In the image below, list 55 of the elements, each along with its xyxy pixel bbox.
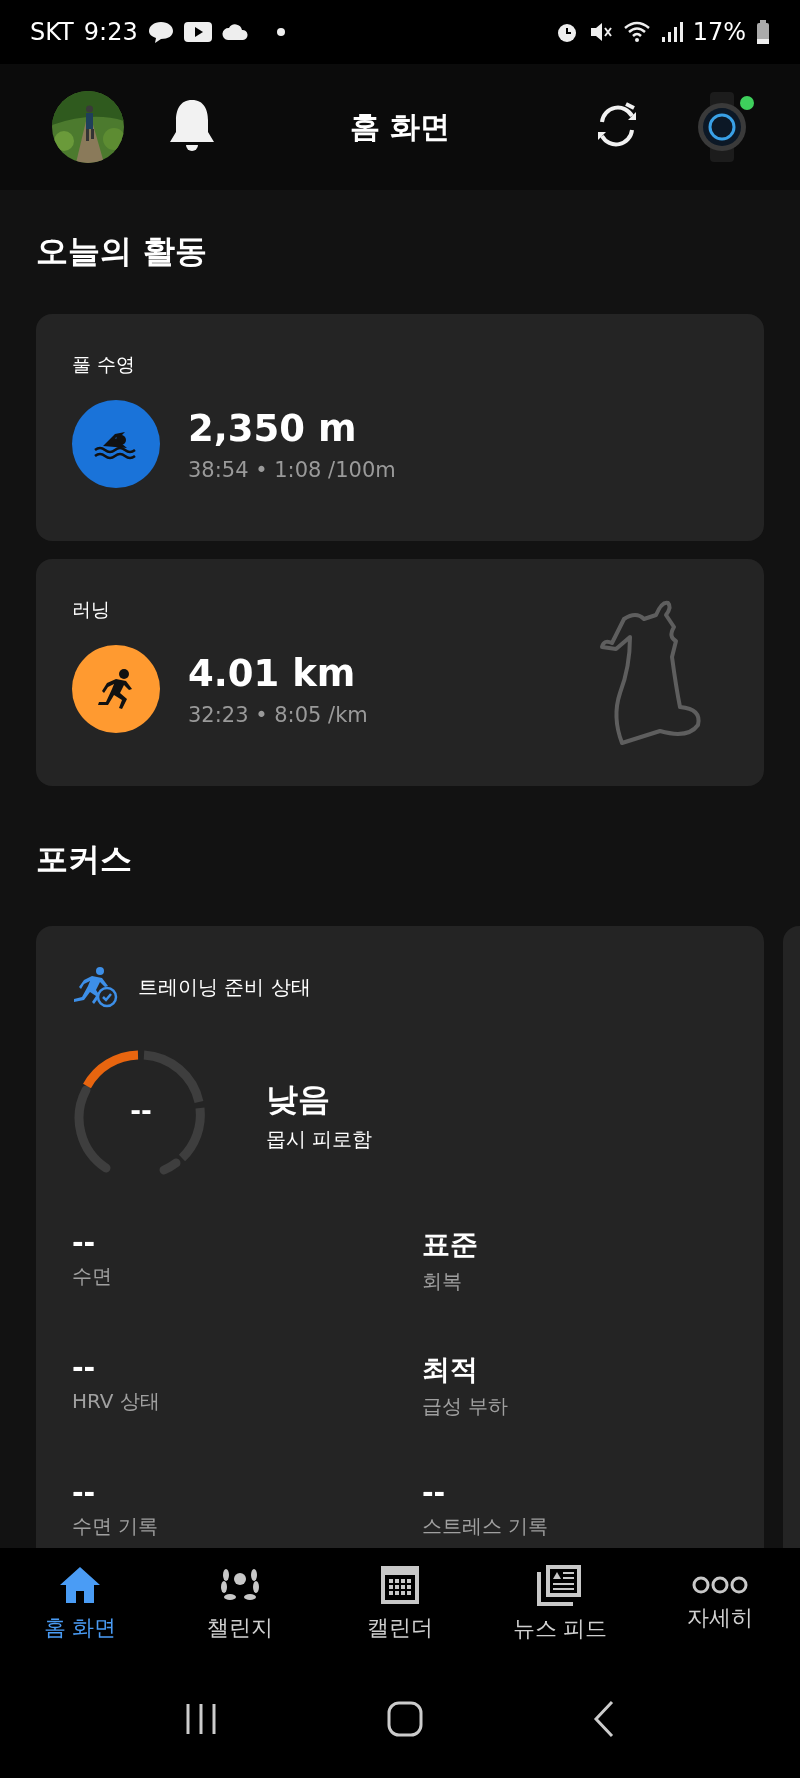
metric-value: 최적: [422, 1352, 479, 1388]
watch-icon: [696, 92, 748, 162]
activity-label: 러닝: [72, 597, 110, 622]
card-title: 트레이닝 준비 상태: [138, 973, 311, 1001]
metric-label: 수면: [72, 1263, 113, 1290]
activity-distance: 4.01 km: [188, 651, 357, 695]
nav-tab[interactable]: 자세히: [640, 1548, 800, 1660]
more-icon: [692, 1575, 748, 1595]
metric-label: 회복: [422, 1268, 463, 1295]
gauge-value: --: [130, 1096, 152, 1126]
metric-value: --: [422, 1476, 447, 1509]
metric-label: 급성 부하: [422, 1393, 510, 1420]
cloud-icon: [221, 24, 248, 40]
runner-check-icon: [72, 966, 118, 1008]
metric-value: 표준: [422, 1227, 479, 1263]
bell-icon: [168, 97, 216, 154]
metric-value: --: [72, 1351, 97, 1384]
calendar-icon: [380, 1565, 420, 1605]
back-icon: [591, 1700, 616, 1738]
metric-label: HRV 상태: [72, 1388, 161, 1415]
nav-tab[interactable]: 챌린지: [160, 1548, 320, 1660]
battery-icon: [756, 20, 770, 44]
readiness-card[interactable]: 트레이닝 준비 상태 -- 낮음 몹시 피로함 -- 수면 표준 회복 -- HRV 상태 최적 급성 부하 -- 수면 기록 -- 스트레스 기록: [36, 926, 764, 1548]
activity-card[interactable]: 풀 수영 2,350 m 38:54 • 1:08 /100m: [36, 314, 764, 541]
watch-button[interactable]: [696, 92, 748, 162]
metric-label: 스트레스 기록: [422, 1513, 550, 1540]
clock: 9:23: [83, 18, 138, 46]
activity-detail: 32:23 • 8:05 /km: [188, 702, 368, 727]
news-icon: [537, 1564, 583, 1606]
activity-distance: 2,350 m: [188, 406, 358, 450]
carrier: SKT: [30, 18, 74, 46]
section-title: 포커스: [36, 839, 132, 880]
activity-card[interactable]: 러닝 4.01 km 32:23 • 8:05 /km: [36, 559, 764, 786]
readiness-note: 몹시 피로함: [266, 1125, 373, 1153]
dot-icon: [275, 27, 286, 37]
readiness-status: 낮음: [266, 1078, 331, 1120]
wifi-icon: [622, 20, 651, 44]
chat-icon: [147, 20, 174, 44]
section-title: 오늘의 활동: [36, 231, 208, 272]
activity-detail: 38:54 • 1:08 /100m: [188, 457, 396, 482]
metric-label: 수면 기록: [72, 1513, 160, 1540]
mute-icon: [588, 20, 613, 44]
metric-value: --: [72, 1476, 97, 1509]
screen-title: 홈 화면: [349, 108, 451, 144]
battery-percent: 17%: [692, 18, 746, 46]
play-icon: [183, 22, 212, 42]
home-outline-icon: [387, 1701, 423, 1737]
metric-value: --: [72, 1226, 97, 1259]
signal-icon: [660, 21, 683, 43]
nav-tab[interactable]: 캘린더: [320, 1548, 480, 1660]
recents-icon: [184, 1702, 219, 1736]
home-icon: [58, 1565, 102, 1605]
nav-tab[interactable]: 홈 화면: [0, 1548, 160, 1660]
nav-tab[interactable]: 뉴스 피드: [480, 1548, 640, 1660]
activity-label: 풀 수영: [72, 352, 136, 377]
